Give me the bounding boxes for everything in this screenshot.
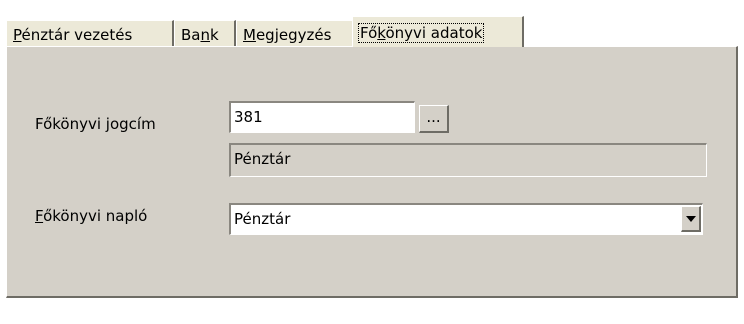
jogcim-code-input[interactable]: 381 [229,101,415,133]
tab-strip: Pénztár vezetés Bank Megjegyzés Főkönyvi… [6,16,738,47]
jogcim-name-field: Pénztár [229,143,707,177]
jogcim-label: Főkönyvi jogcím [35,115,156,133]
tab-label: Megjegyzés [243,25,332,44]
jogcim-browse-button[interactable]: ... [419,105,449,133]
tab-fokonyvi-adatok[interactable]: Főkönyvi adatok [352,16,524,47]
tab-bank[interactable]: Bank [174,20,236,46]
chevron-down-icon [686,216,696,222]
tab-penztar-vezetes[interactable]: Pénztár vezetés [6,20,174,46]
naplo-label: Főkönyvi napló [35,207,148,225]
tab-panel-fokonyvi-adatok: Főkönyvi jogcím 381 ... Pénztár Főkönyvi… [6,46,738,298]
tab-label: Pénztár vezetés [13,25,133,44]
dropdown-arrow-button[interactable] [681,206,701,232]
naplo-select-value: Pénztár [234,210,291,228]
tab-megjegyzes[interactable]: Megjegyzés [236,20,354,46]
naplo-select[interactable]: Pénztár [229,203,703,235]
tab-label: Főkönyvi adatok [357,22,485,43]
tab-label: Bank [181,25,219,44]
